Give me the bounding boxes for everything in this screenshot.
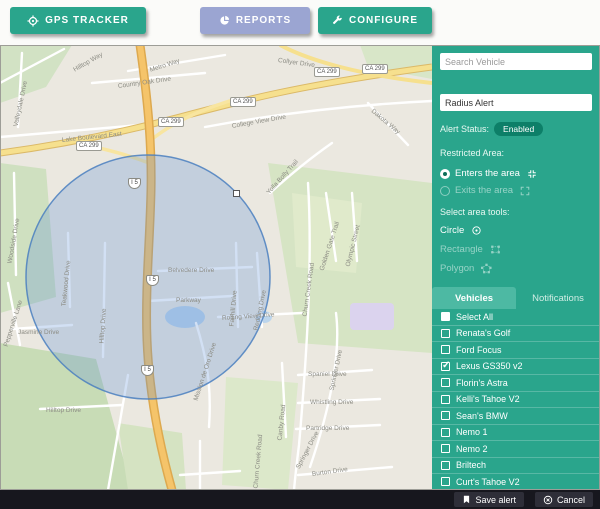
cancel-button[interactable]: Cancel bbox=[535, 492, 593, 507]
vehicle-row[interactable]: Lexus GS350 v2 bbox=[432, 359, 600, 376]
reports-icon bbox=[219, 15, 230, 26]
configure-icon bbox=[332, 15, 343, 26]
reports-tab[interactable]: REPORTS bbox=[200, 7, 310, 34]
exits-area-option[interactable]: Exits the area bbox=[440, 182, 592, 199]
map-graphics bbox=[0, 45, 432, 490]
alert-status-label: Alert Status: bbox=[440, 124, 489, 134]
polygon-tool-icon bbox=[481, 263, 492, 274]
map-canvas[interactable]: Valleydale DriveHilltop WayMetro WayCoun… bbox=[0, 45, 432, 490]
vehicle-checkbox[interactable] bbox=[441, 428, 450, 437]
enters-area-option[interactable]: Enters the area bbox=[440, 165, 592, 182]
gps-tracker-icon bbox=[27, 15, 39, 27]
app-window: GPS TRACKER REPORTS CONFIGURE bbox=[0, 0, 600, 509]
vehicle-row[interactable]: Briltech bbox=[432, 458, 600, 475]
vehicle-label: Kelli's Tahoe V2 bbox=[456, 394, 520, 404]
vehicle-label: Select All bbox=[456, 312, 493, 322]
bottom-bar: Save alert Cancel bbox=[0, 490, 600, 509]
vehicle-row[interactable]: Nemo 2 bbox=[432, 441, 600, 458]
tool-polygon[interactable]: Polygon bbox=[440, 260, 592, 276]
vehicle-label: Florin's Astra bbox=[456, 378, 508, 388]
vehicle-row[interactable]: Curt's Tahoe V2 bbox=[432, 474, 600, 490]
vehicle-checkbox[interactable] bbox=[441, 461, 450, 470]
circle-resize-handle[interactable] bbox=[233, 190, 240, 197]
exits-area-text: Exits the area bbox=[455, 185, 513, 196]
vehicle-checkbox[interactable] bbox=[441, 312, 450, 321]
tab-notifications[interactable]: Notifications bbox=[516, 287, 600, 309]
gps-tracker-label: GPS TRACKER bbox=[45, 15, 129, 26]
vehicle-checkbox[interactable] bbox=[441, 395, 450, 404]
tool-circle[interactable]: Circle bbox=[440, 222, 592, 238]
vehicle-checkbox[interactable] bbox=[441, 329, 450, 338]
gps-tracker-tab[interactable]: GPS TRACKER bbox=[10, 7, 146, 34]
vehicle-label: Ford Focus bbox=[456, 345, 502, 355]
circle-tool-icon bbox=[471, 225, 482, 236]
vehicle-row[interactable]: Florin's Astra bbox=[432, 375, 600, 392]
vehicle-checkbox[interactable] bbox=[441, 362, 450, 371]
save-alert-label: Save alert bbox=[475, 495, 516, 505]
vehicle-list: Select All Renata's Golf Ford Focus Lexus G… bbox=[432, 309, 600, 490]
exit-area-icon bbox=[520, 186, 530, 196]
area-tools-label: Select area tools: bbox=[440, 207, 592, 217]
tool-rectangle[interactable]: Rectangle bbox=[440, 241, 592, 257]
alert-status-toggle[interactable]: Enabled bbox=[494, 122, 543, 136]
vehicle-row[interactable]: Renata's Golf bbox=[432, 326, 600, 343]
vehicle-checkbox[interactable] bbox=[441, 477, 450, 486]
vehicle-row[interactable]: Select All bbox=[432, 309, 600, 326]
vehicle-label: Curt's Tahoe V2 bbox=[456, 477, 520, 487]
cancel-icon bbox=[543, 495, 553, 505]
configure-label: CONFIGURE bbox=[349, 15, 418, 26]
vehicle-row[interactable]: Nemo 1 bbox=[432, 425, 600, 442]
configure-tab[interactable]: CONFIGURE bbox=[318, 7, 432, 34]
vehicle-checkbox[interactable] bbox=[441, 444, 450, 453]
vehicle-label: Renata's Golf bbox=[456, 328, 510, 338]
enters-area-text: Enters the area bbox=[455, 168, 520, 179]
tool-polygon-text: Polygon bbox=[440, 263, 474, 274]
vehicle-label: Nemo 2 bbox=[456, 444, 488, 454]
vehicle-row[interactable]: Sean's BMW bbox=[432, 408, 600, 425]
save-icon bbox=[462, 495, 471, 504]
enters-area-radio[interactable] bbox=[440, 169, 450, 179]
search-vehicle-input[interactable] bbox=[440, 53, 592, 70]
rectangle-tool-icon bbox=[490, 244, 501, 255]
exits-area-radio[interactable] bbox=[440, 186, 450, 196]
top-navigation: GPS TRACKER REPORTS CONFIGURE bbox=[0, 0, 600, 45]
vehicle-row[interactable]: Ford Focus bbox=[432, 342, 600, 359]
save-alert-button[interactable]: Save alert bbox=[454, 492, 524, 507]
enter-area-icon bbox=[527, 169, 537, 179]
cancel-label: Cancel bbox=[557, 495, 585, 505]
vehicle-label: Nemo 1 bbox=[456, 427, 488, 437]
vehicle-checkbox[interactable] bbox=[441, 378, 450, 387]
vehicle-label: Lexus GS350 v2 bbox=[456, 361, 523, 371]
tool-rectangle-text: Rectangle bbox=[440, 244, 483, 255]
alert-config-panel: Alert Status: Enabled Restricted Area: E… bbox=[432, 45, 600, 490]
vehicle-label: Briltech bbox=[456, 460, 486, 470]
vehicle-checkbox[interactable] bbox=[441, 345, 450, 354]
vehicle-checkbox[interactable] bbox=[441, 411, 450, 420]
alert-name-input[interactable] bbox=[440, 94, 592, 111]
reports-label: REPORTS bbox=[236, 15, 291, 26]
tool-circle-text: Circle bbox=[440, 225, 464, 236]
vehicle-label: Sean's BMW bbox=[456, 411, 508, 421]
sidebar-tabs: Vehicles Notifications bbox=[432, 287, 600, 309]
vehicle-row[interactable]: Kelli's Tahoe V2 bbox=[432, 392, 600, 409]
tab-vehicles[interactable]: Vehicles bbox=[432, 287, 516, 309]
restricted-area-label: Restricted Area: bbox=[440, 148, 592, 158]
